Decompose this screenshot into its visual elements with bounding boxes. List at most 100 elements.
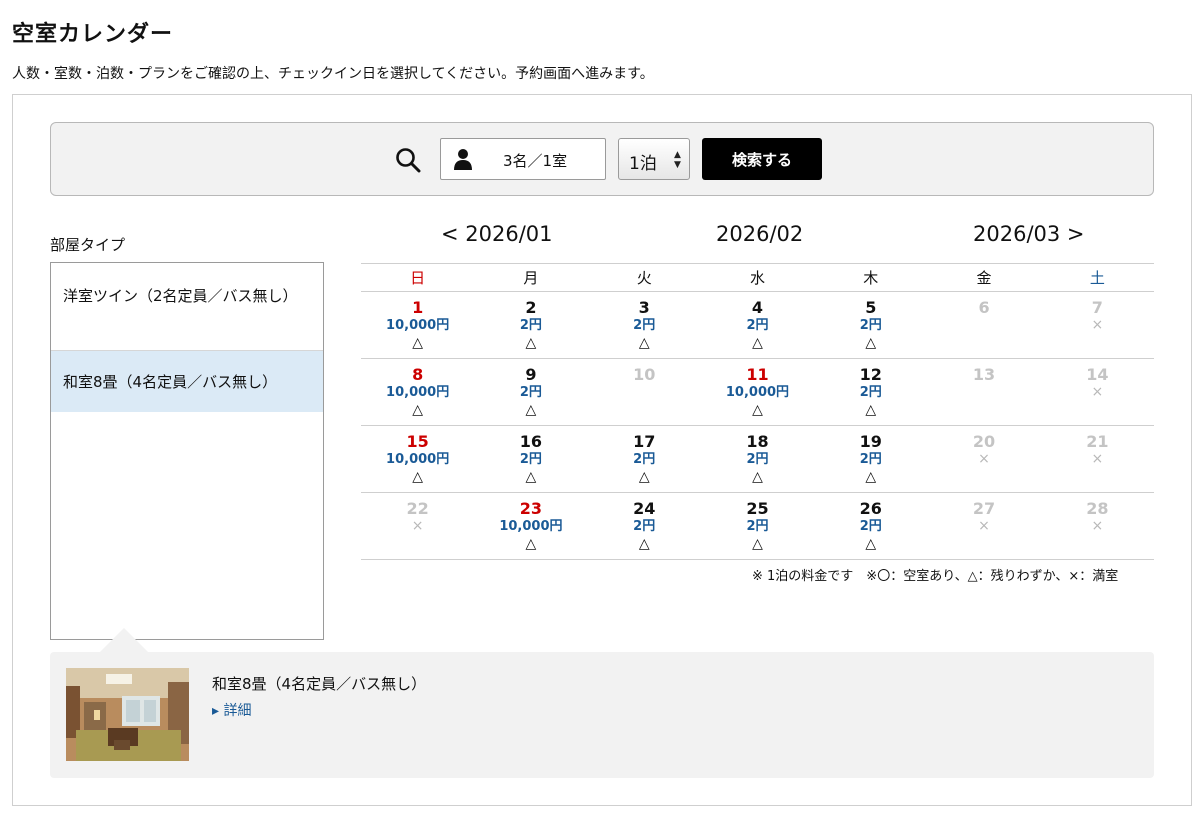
room-detail-panel: 和室8畳（4名定員／バス無し） ▸ 詳細 bbox=[50, 652, 1154, 778]
day-price: 10,000円 bbox=[499, 519, 563, 534]
availability-mark: × bbox=[1091, 317, 1104, 333]
next-month-link[interactable]: 2026/03 > bbox=[973, 222, 1085, 246]
room-item-western-twin[interactable]: 洋室ツイン（2名定員／バス無し） bbox=[51, 263, 323, 351]
search-icon bbox=[396, 148, 421, 173]
room-item-japanese-8tatami[interactable]: 和室8畳（4名定員／バス無し） bbox=[51, 351, 323, 412]
calendar-day-cell: 22 × bbox=[361, 492, 475, 560]
day-number: 21 bbox=[1086, 432, 1109, 451]
availability-mark: △ bbox=[865, 536, 877, 552]
day-number: 14 bbox=[1086, 365, 1109, 384]
calendar-week-row: 22 × 23 10,000円 △ 24 2円 △ 25 2円 △ 26 2円 △ 27 × 28 × bbox=[361, 492, 1154, 560]
availability-mark: △ bbox=[752, 536, 763, 552]
availability-mark: △ bbox=[412, 335, 424, 351]
weekday-header-row: 日 月 火 水 木 金 土 bbox=[361, 263, 1154, 292]
detail-link[interactable]: ▸ 詳細 bbox=[212, 700, 251, 720]
availability-calendar: 日 月 火 水 木 金 土 1 10,000円 △ 2 2円 △ 3 2円 △ 4 2円 △ 5 2円 △ 6… bbox=[361, 263, 1154, 560]
room-type-label: 部屋タイプ bbox=[50, 236, 126, 254]
day-number: 24 bbox=[633, 499, 656, 518]
day-price: 2円 bbox=[859, 385, 882, 400]
availability-mark: △ bbox=[752, 402, 763, 418]
calendar-day-cell[interactable]: 15 10,000円 △ bbox=[361, 425, 475, 493]
availability-mark: △ bbox=[752, 335, 763, 351]
day-number: 17 bbox=[633, 432, 656, 451]
availability-mark: △ bbox=[412, 402, 424, 418]
calendar-day-cell[interactable]: 16 2円 △ bbox=[474, 425, 588, 493]
day-number: 19 bbox=[859, 432, 882, 451]
calendar-day-cell[interactable]: 8 10,000円 △ bbox=[361, 358, 475, 426]
calendar-day-cell: 27 × bbox=[927, 492, 1041, 560]
availability-mark: △ bbox=[638, 536, 650, 552]
calendar-day-cell[interactable]: 23 10,000円 △ bbox=[474, 492, 588, 560]
availability-mark: △ bbox=[525, 402, 537, 418]
availability-mark: × bbox=[1091, 384, 1104, 400]
weekday-wed: 水 bbox=[700, 263, 815, 292]
calendar-week-row: 8 10,000円 △ 9 2円 △ 10 11 10,000円 △ 12 2円 △ 13 14 × bbox=[361, 358, 1154, 426]
calendar-day-cell: 7 × bbox=[1040, 291, 1154, 359]
day-number: 7 bbox=[1091, 298, 1103, 317]
calendar-day-cell[interactable]: 25 2円 △ bbox=[700, 492, 815, 560]
day-number: 9 bbox=[525, 365, 537, 384]
day-number: 11 bbox=[746, 365, 769, 384]
calendar-day-cell[interactable]: 3 2円 △ bbox=[587, 291, 701, 359]
weekday-mon: 月 bbox=[474, 263, 588, 292]
day-price: 10,000円 bbox=[725, 385, 790, 400]
calendar-day-cell: 28 × bbox=[1040, 492, 1154, 560]
day-number: 25 bbox=[746, 499, 769, 518]
day-number: 23 bbox=[519, 499, 543, 518]
weekday-sat: 土 bbox=[1040, 263, 1154, 292]
availability-mark: △ bbox=[752, 469, 763, 485]
calendar-day-cell[interactable]: 12 2円 △ bbox=[814, 358, 928, 426]
day-price: 10,000円 bbox=[386, 385, 450, 400]
calendar-day-cell[interactable]: 17 2円 △ bbox=[587, 425, 701, 493]
availability-mark: △ bbox=[865, 402, 877, 418]
day-number: 8 bbox=[412, 365, 424, 384]
calendar-day-cell[interactable]: 5 2円 △ bbox=[814, 291, 928, 359]
guests-rooms-value: 3名／1室 bbox=[503, 152, 568, 170]
day-price: 2円 bbox=[859, 318, 882, 333]
availability-mark: △ bbox=[638, 335, 650, 351]
calendar-day-cell: 10 bbox=[587, 358, 701, 426]
calendar-day-cell[interactable]: 11 10,000円 △ bbox=[700, 358, 815, 426]
availability-mark: △ bbox=[865, 469, 877, 485]
person-icon bbox=[454, 149, 472, 170]
day-number: 12 bbox=[859, 365, 882, 384]
availability-mark: △ bbox=[638, 469, 650, 485]
weekday-sun: 日 bbox=[361, 263, 475, 292]
availability-mark: △ bbox=[412, 469, 424, 485]
nights-select[interactable]: 1泊 ▲ ▼ bbox=[618, 138, 690, 180]
calendar-day-cell[interactable]: 18 2円 △ bbox=[700, 425, 815, 493]
room-type-list: 洋室ツイン（2名定員／バス無し） 和室8畳（4名定員／バス無し） bbox=[50, 262, 324, 640]
calendar-day-cell[interactable]: 26 2円 △ bbox=[814, 492, 928, 560]
calendar-day-cell[interactable]: 24 2円 △ bbox=[587, 492, 701, 560]
day-number: 27 bbox=[972, 499, 996, 518]
day-price: 2円 bbox=[746, 519, 769, 534]
day-price: 2円 bbox=[519, 385, 542, 400]
calendar-day-cell: 13 bbox=[927, 358, 1041, 426]
detail-room-name: 和室8畳（4名定員／バス無し） bbox=[212, 675, 427, 693]
calendar-day-cell[interactable]: 9 2円 △ bbox=[474, 358, 588, 426]
calendar-day-cell[interactable]: 4 2円 △ bbox=[700, 291, 815, 359]
day-price: 2円 bbox=[859, 452, 882, 467]
calendar-day-cell[interactable]: 2 2円 △ bbox=[474, 291, 588, 359]
day-price: 2円 bbox=[859, 519, 882, 534]
day-number: 3 bbox=[638, 298, 650, 317]
search-button[interactable]: 検索する bbox=[702, 138, 822, 180]
weekday-fri: 金 bbox=[927, 263, 1041, 292]
day-price: 2円 bbox=[746, 318, 769, 333]
calendar-day-cell[interactable]: 19 2円 △ bbox=[814, 425, 928, 493]
day-number: 13 bbox=[972, 365, 996, 384]
prev-month-link[interactable]: < 2026/01 bbox=[441, 222, 553, 246]
calendar-day-cell: 14 × bbox=[1040, 358, 1154, 426]
calendar-day-cell[interactable]: 1 10,000円 △ bbox=[361, 291, 475, 359]
day-number: 5 bbox=[865, 298, 877, 317]
day-number: 20 bbox=[972, 432, 996, 451]
availability-mark: △ bbox=[525, 536, 537, 552]
day-number: 18 bbox=[746, 432, 769, 451]
calendar-week-row: 1 10,000円 △ 2 2円 △ 3 2円 △ 4 2円 △ 5 2円 △ 6 7 × bbox=[361, 291, 1154, 359]
guests-rooms-field[interactable]: 3名／1室 bbox=[440, 138, 606, 180]
calendar-week-row: 15 10,000円 △ 16 2円 △ 17 2円 △ 18 2円 △ 19 2円 △ 20 × 21 × bbox=[361, 425, 1154, 493]
day-price: 2円 bbox=[633, 318, 656, 333]
day-price: 10,000円 bbox=[386, 318, 450, 333]
availability-mark: × bbox=[978, 451, 990, 467]
availability-mark: △ bbox=[865, 335, 877, 351]
